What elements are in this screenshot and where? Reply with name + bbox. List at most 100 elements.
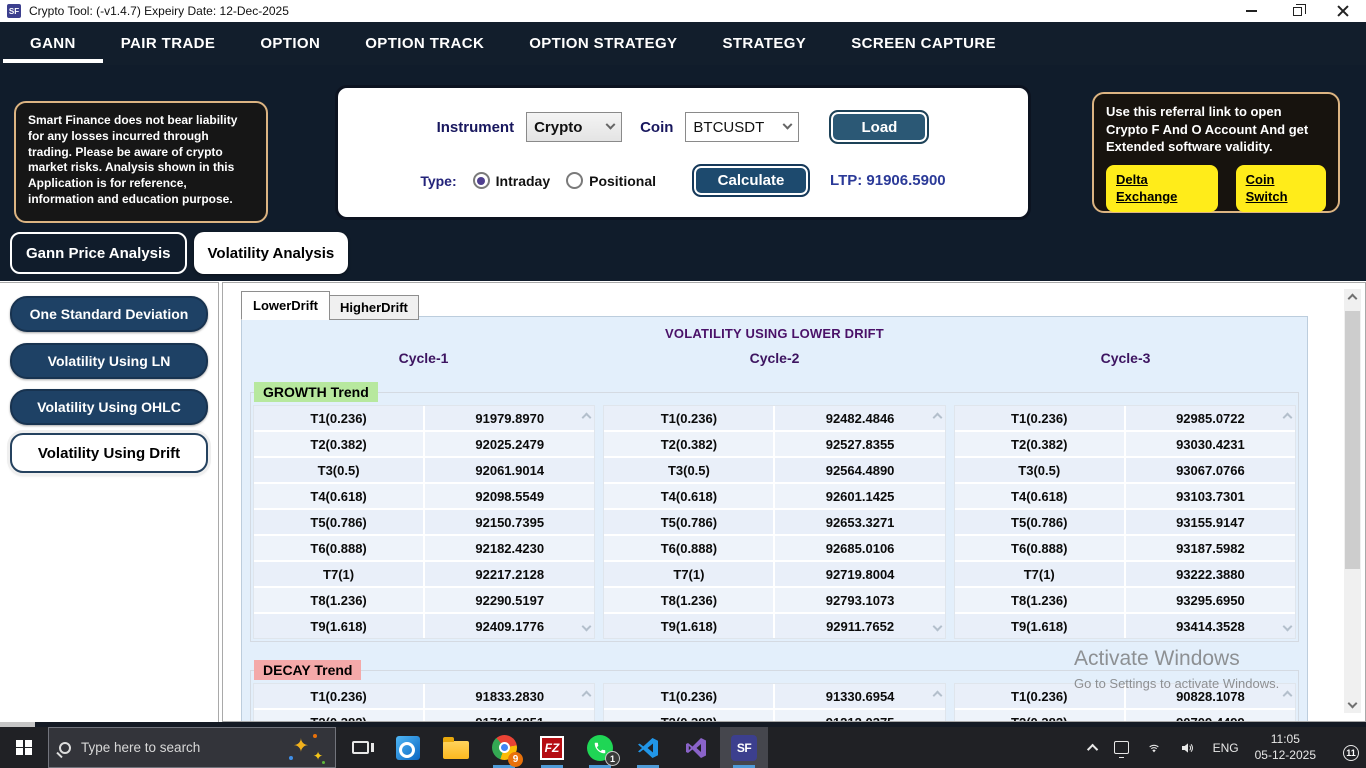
tab-gann-price-analysis[interactable]: Gann Price Analysis <box>10 232 187 274</box>
growth-cycle3-listbox[interactable]: T1(0.236)92985.0722T2(0.382)93030.4231T3… <box>954 405 1296 639</box>
decay-cycle2-listbox[interactable]: T1(0.236)91330.6954T2(0.382)91212.0375 <box>603 683 945 722</box>
type-radio-positional[interactable]: Positional <box>566 172 656 189</box>
value-cell: 91714.6251 <box>425 710 594 722</box>
taskbar-item-filezilla[interactable]: FZ <box>528 727 576 768</box>
filezilla-icon: FZ <box>540 736 564 760</box>
taskbar-item-file-explorer[interactable] <box>432 727 480 768</box>
level-cell: T1(0.236) <box>604 406 773 430</box>
level-cell: T4(0.618) <box>254 484 423 508</box>
referral-box: Use this referral link to open Crypto F … <box>1092 92 1340 213</box>
sidebar-item-one-standard-deviation[interactable]: One Standard Deviation <box>10 296 208 332</box>
taskbar: ✦✦ 9 FZ 1 SF ENG 11:05 05-12 <box>0 727 1366 768</box>
title-bar: SF Crypto Tool: (-v1.4.7) Expeiry Date: … <box>0 0 1366 22</box>
chevron-down-icon <box>606 119 616 129</box>
nav-item-pair-trade[interactable]: PAIR TRADE <box>121 22 216 65</box>
value-cell: 93222.3880 <box>1126 562 1295 586</box>
cycle-headers: Cycle-1Cycle-2Cycle-3 <box>252 350 1297 366</box>
tray-tablet-mode[interactable] <box>1106 727 1137 768</box>
growth-cycle1-listbox[interactable]: T1(0.236)91979.8970T2(0.382)92025.2479T3… <box>253 405 595 639</box>
level-cell: T2(0.382) <box>254 710 423 722</box>
minimize-button[interactable] <box>1228 0 1274 22</box>
value-cell: 92911.7652 <box>775 614 944 638</box>
type-radio-group: Intraday Positional <box>457 172 656 189</box>
type-label: Type: <box>420 173 456 189</box>
level-cell: T9(1.618) <box>604 614 773 638</box>
growth-trend-group: GROWTH Trend T1(0.236)91979.8970T2(0.382… <box>250 392 1299 642</box>
decay-cycle3-listbox[interactable]: T1(0.236)90828.1078T2(0.382)90709.4499 <box>954 683 1296 722</box>
tab-lowerdrift[interactable]: LowerDrift <box>241 291 330 320</box>
load-button[interactable]: Load <box>829 110 929 144</box>
nav-item-option[interactable]: OPTION <box>260 22 320 65</box>
vertical-scrollbar[interactable] <box>1344 289 1361 713</box>
level-cell: T6(0.888) <box>254 536 423 560</box>
column-header-cycle-1: Cycle-1 <box>252 350 595 366</box>
value-cell: 92290.5197 <box>425 588 594 612</box>
nav-item-strategy[interactable]: STRATEGY <box>722 22 806 65</box>
tray-clock[interactable]: 11:05 05-12-2025 <box>1247 727 1324 768</box>
sidebar-item-volatility-using-ln[interactable]: Volatility Using LN <box>10 343 208 379</box>
referral-link-delta-exchange[interactable]: Delta Exchange <box>1106 165 1218 212</box>
nav-item-option-track[interactable]: OPTION TRACK <box>365 22 484 65</box>
instrument-select[interactable]: Crypto <box>526 112 622 142</box>
radio-icon <box>473 172 490 189</box>
value-cell: 92409.1776 <box>425 614 594 638</box>
level-cell: T3(0.5) <box>604 458 773 482</box>
tray-time: 11:05 <box>1255 732 1316 748</box>
taskbar-item-vscode[interactable] <box>624 727 672 768</box>
taskbar-search[interactable]: ✦✦ <box>48 727 336 768</box>
restore-button[interactable] <box>1274 0 1320 22</box>
start-button[interactable] <box>0 727 48 768</box>
value-cell: 92025.2479 <box>425 432 594 456</box>
decay-trend-group: DECAY Trend T1(0.236)91833.2830T2(0.382)… <box>250 670 1299 722</box>
scroll-down-icon[interactable] <box>1348 699 1358 709</box>
workspace: One Standard Deviation Volatility Using L… <box>0 281 1366 727</box>
level-cell: T1(0.236) <box>955 684 1124 708</box>
tab-volatility-analysis[interactable]: Volatility Analysis <box>194 232 349 274</box>
close-icon <box>1337 5 1349 17</box>
level-cell: T7(1) <box>955 562 1124 586</box>
tray-notifications[interactable]: 11 <box>1324 727 1366 768</box>
type-radio-intraday[interactable]: Intraday <box>473 172 550 189</box>
search-input[interactable] <box>81 740 291 755</box>
column-header-cycle-2: Cycle-2 <box>603 350 946 366</box>
main-panel: LowerDriftHigherDrift VOLATILITY USING L… <box>222 282 1366 722</box>
tab-higherdrift[interactable]: HigherDrift <box>329 295 419 320</box>
scroll-up-icon[interactable] <box>1348 294 1358 304</box>
calculate-button[interactable]: Calculate <box>692 164 810 197</box>
taskbar-item-outlook[interactable] <box>384 727 432 768</box>
scrollbar-thumb[interactable] <box>1345 311 1360 569</box>
value-cell: 92601.1425 <box>775 484 944 508</box>
taskbar-item-chrome[interactable]: 9 <box>480 727 528 768</box>
restore-icon <box>1293 7 1302 16</box>
nav-item-gann[interactable]: GANN <box>30 22 76 65</box>
coin-select[interactable]: BTCUSDT <box>685 112 799 142</box>
decay-cycle1-listbox[interactable]: T1(0.236)91833.2830T2(0.382)91714.6251 <box>253 683 595 722</box>
copilot-sparkle-icon: ✦✦ <box>291 733 325 763</box>
tray-volume[interactable] <box>1171 727 1205 768</box>
nav-item-screen-capture[interactable]: SCREEN CAPTURE <box>851 22 996 65</box>
referral-link-coin-switch[interactable]: Coin Switch <box>1236 165 1326 212</box>
nav-item-option-strategy[interactable]: OPTION STRATEGY <box>529 22 677 65</box>
task-view-button[interactable] <box>336 727 384 768</box>
sidebar-item-volatility-using-ohlc[interactable]: Volatility Using OHLC <box>10 389 208 425</box>
level-cell: T8(1.236) <box>955 588 1124 612</box>
decay-trend-label: DECAY Trend <box>254 660 361 680</box>
value-cell: 92098.5549 <box>425 484 594 508</box>
taskbar-item-crypto-tool[interactable]: SF <box>720 727 768 768</box>
level-cell: T7(1) <box>254 562 423 586</box>
level-cell: T5(0.786) <box>254 510 423 534</box>
value-cell: 90828.1078 <box>1126 684 1295 708</box>
level-cell: T4(0.618) <box>604 484 773 508</box>
tray-network[interactable] <box>1137 727 1171 768</box>
tray-language[interactable]: ENG <box>1205 727 1247 768</box>
tray-show-hidden-icons[interactable] <box>1082 727 1106 768</box>
taskbar-item-visual-studio[interactable] <box>672 727 720 768</box>
value-cell: 93187.5982 <box>1126 536 1295 560</box>
chevron-up-icon <box>1087 743 1098 754</box>
growth-cycle2-listbox[interactable]: T1(0.236)92482.4846T2(0.382)92527.8355T3… <box>603 405 945 639</box>
radio-icon <box>566 172 583 189</box>
level-cell: T2(0.382) <box>254 432 423 456</box>
taskbar-item-whatsapp[interactable]: 1 <box>576 727 624 768</box>
close-button[interactable] <box>1320 0 1366 22</box>
sidebar-item-volatility-using-drift[interactable]: Volatility Using Drift <box>10 433 208 473</box>
